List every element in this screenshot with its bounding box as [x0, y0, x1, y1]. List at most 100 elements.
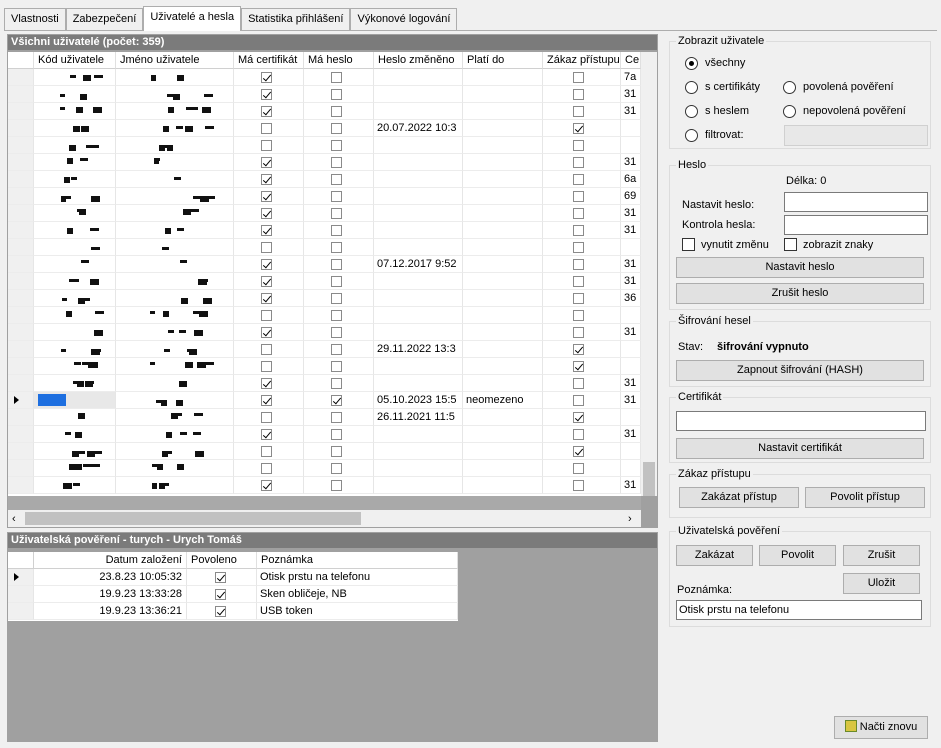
check-password-input[interactable]	[784, 215, 928, 235]
allow-right-button[interactable]: Povolit	[759, 545, 836, 566]
row-header[interactable]	[8, 426, 34, 443]
pwd-checkbox[interactable]	[331, 123, 342, 134]
cert-checkbox[interactable]	[261, 259, 272, 270]
row-header[interactable]	[8, 409, 34, 426]
ban-checkbox[interactable]	[573, 123, 584, 134]
pwd-checkbox[interactable]	[331, 463, 342, 474]
set-password-button[interactable]: Nastavit heslo	[676, 257, 924, 278]
users-vscroll-thumb[interactable]	[643, 462, 655, 496]
table-row[interactable]: 6a	[8, 171, 641, 188]
row-header[interactable]	[8, 103, 34, 120]
cert-checkbox[interactable]	[261, 480, 272, 491]
pwd-checkbox[interactable]	[331, 361, 342, 372]
pwd-checkbox[interactable]	[331, 327, 342, 338]
cert-checkbox[interactable]	[261, 310, 272, 321]
row-header[interactable]	[8, 392, 34, 409]
users-col-cert[interactable]: Má certifikát	[234, 52, 304, 69]
allowed-checkbox[interactable]	[215, 589, 226, 600]
row-header[interactable]	[8, 137, 34, 154]
row-header[interactable]	[8, 477, 34, 494]
cert-checkbox[interactable]	[261, 191, 272, 202]
row-header[interactable]	[8, 290, 34, 307]
scroll-left-icon[interactable]: ‹	[12, 513, 16, 525]
radio-allowed-rights[interactable]	[783, 81, 796, 94]
radio-with-cert[interactable]	[685, 81, 698, 94]
cert-checkbox[interactable]	[261, 378, 272, 389]
cert-checkbox[interactable]	[261, 174, 272, 185]
cert-checkbox[interactable]	[261, 276, 272, 287]
table-row[interactable]	[8, 460, 641, 477]
cert-checkbox[interactable]	[261, 157, 272, 168]
row-header[interactable]	[8, 154, 34, 171]
row-header[interactable]	[8, 205, 34, 222]
ban-checkbox[interactable]	[573, 157, 584, 168]
tab-zabezpeceni[interactable]: Zabezpečení	[65, 8, 144, 30]
cert-checkbox[interactable]	[261, 106, 272, 117]
filter-input[interactable]	[784, 125, 928, 146]
table-row[interactable]: 31	[8, 222, 641, 239]
cert-checkbox[interactable]	[261, 361, 272, 372]
allowed-checkbox[interactable]	[215, 572, 226, 583]
pwd-checkbox[interactable]	[331, 412, 342, 423]
table-row[interactable]: 29.11.2022 13:3	[8, 341, 641, 358]
allow-access-button[interactable]: Povolit přístup	[805, 487, 925, 508]
set-certificate-button[interactable]: Nastavit certifikát	[676, 438, 924, 459]
tab-statistika[interactable]: Statistika přihlášení	[241, 8, 351, 30]
ban-checkbox[interactable]	[573, 361, 584, 372]
users-col-code[interactable]: Kód uživatele	[34, 52, 116, 69]
row-header[interactable]	[8, 324, 34, 341]
ban-checkbox[interactable]	[573, 378, 584, 389]
cert-checkbox[interactable]	[261, 208, 272, 219]
table-row[interactable]: 26.11.2021 11:5	[8, 409, 641, 426]
table-row[interactable]: 31	[8, 375, 641, 392]
users-col-name[interactable]: Jméno uživatele	[116, 52, 234, 69]
radio-with-pwd[interactable]	[685, 105, 698, 118]
table-row[interactable]: 31	[8, 86, 641, 103]
pwd-checkbox[interactable]	[331, 242, 342, 253]
pwd-checkbox[interactable]	[331, 378, 342, 389]
users-col-valid[interactable]: Platí do	[463, 52, 543, 69]
cancel-right-button[interactable]: Zrušit	[843, 545, 920, 566]
table-row[interactable]	[8, 137, 641, 154]
ban-checkbox[interactable]	[573, 106, 584, 117]
radio-all[interactable]	[685, 57, 698, 70]
ban-checkbox[interactable]	[573, 174, 584, 185]
ban-checkbox[interactable]	[573, 140, 584, 151]
ban-checkbox[interactable]	[573, 446, 584, 457]
tab-vykonove-logovani[interactable]: Výkonové logování	[350, 8, 458, 30]
pwd-checkbox[interactable]	[331, 174, 342, 185]
certificate-input[interactable]	[676, 411, 926, 431]
cert-checkbox[interactable]	[261, 429, 272, 440]
tab-vlastnosti[interactable]: Vlastnosti	[4, 8, 66, 30]
users-col-ce[interactable]: Ce	[621, 52, 641, 69]
save-right-button[interactable]: Uložit	[843, 573, 920, 594]
table-row[interactable]: 07.12.2017 9:52 31	[8, 256, 641, 273]
pwd-checkbox[interactable]	[331, 208, 342, 219]
cert-checkbox[interactable]	[261, 242, 272, 253]
row-header[interactable]	[8, 171, 34, 188]
cert-checkbox[interactable]	[261, 89, 272, 100]
cancel-password-button[interactable]: Zrušit heslo	[676, 283, 924, 304]
ban-checkbox[interactable]	[573, 429, 584, 440]
row-header[interactable]	[8, 569, 34, 586]
allowed-checkbox[interactable]	[215, 606, 226, 617]
table-row[interactable]	[8, 307, 641, 324]
row-header[interactable]	[8, 460, 34, 477]
table-row[interactable]: 19.9.23 13:33:28 Sken obličeje, NB	[8, 586, 458, 603]
ban-checkbox[interactable]	[573, 344, 584, 355]
pwd-checkbox[interactable]	[331, 395, 342, 406]
pwd-checkbox[interactable]	[331, 225, 342, 236]
set-password-input[interactable]	[784, 192, 928, 212]
row-header[interactable]	[8, 256, 34, 273]
tab-uzivatele-a-hesla[interactable]: Uživatelé a hesla	[143, 6, 242, 31]
row-header[interactable]	[8, 603, 34, 620]
table-row[interactable]	[8, 443, 641, 460]
cert-checkbox[interactable]	[261, 344, 272, 355]
pwd-checkbox[interactable]	[331, 429, 342, 440]
users-col-pwd[interactable]: Má heslo	[304, 52, 374, 69]
radio-filter[interactable]	[685, 129, 698, 142]
ban-checkbox[interactable]	[573, 89, 584, 100]
ban-checkbox[interactable]	[573, 310, 584, 321]
table-row[interactable]	[8, 239, 641, 256]
users-hscroll-thumb[interactable]	[25, 512, 361, 525]
